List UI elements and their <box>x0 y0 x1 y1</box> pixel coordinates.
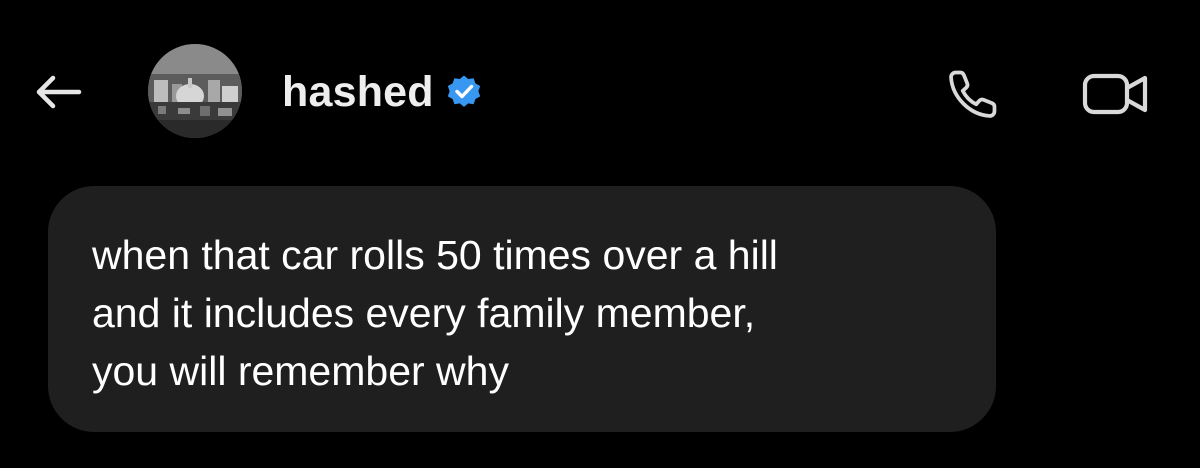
call-button[interactable] <box>940 64 1006 124</box>
message-line: when that car rolls 50 times over a hill <box>92 232 778 278</box>
phone-icon <box>949 70 997 118</box>
contact-name: hashed <box>282 67 434 116</box>
message-line: and it includes every family member, <box>92 290 756 336</box>
conversation-header: hashed <box>0 0 1200 190</box>
arrow-left-icon <box>36 75 82 109</box>
contact-title[interactable]: hashed <box>282 64 482 120</box>
message-bubble[interactable]: when that car rolls 50 times over a hill… <box>48 186 996 432</box>
avatar[interactable] <box>148 44 242 138</box>
video-camera-icon <box>1082 73 1148 115</box>
message-line: you will remember why <box>92 348 509 394</box>
back-button[interactable] <box>28 62 88 122</box>
video-call-button[interactable] <box>1078 64 1154 124</box>
profile-photo <box>148 44 242 138</box>
verified-badge-icon <box>446 74 482 110</box>
